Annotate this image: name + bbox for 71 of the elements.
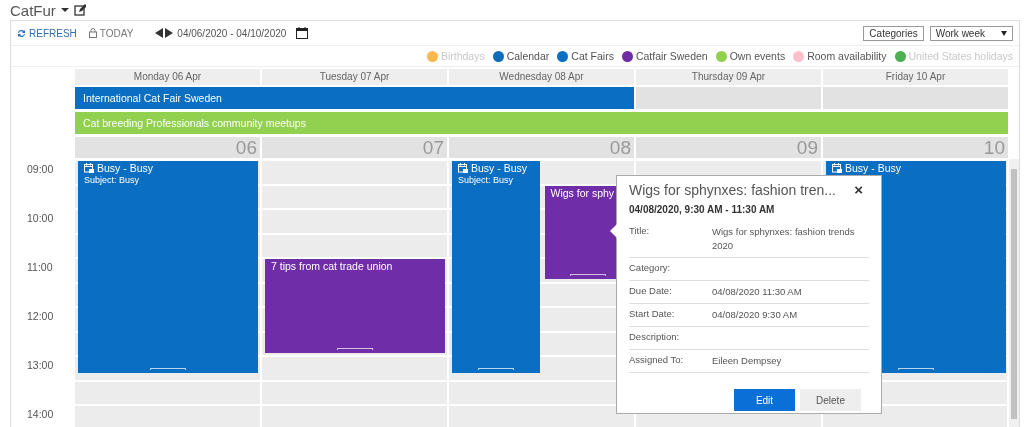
legend-label[interactable]: Catfair Sweden [635, 50, 708, 62]
field-label: Category: [629, 262, 672, 275]
day-header: Tuesday 07 Apr [262, 69, 447, 85]
event-title: Busy - Busy [471, 162, 528, 174]
legend-label[interactable]: Calendar [506, 50, 550, 62]
event-title: Wigs for sphy [550, 186, 615, 199]
time-label: 11:00 [27, 261, 53, 273]
legend-label[interactable]: Cat Fairs [571, 50, 614, 62]
field-label: Due Date: [629, 285, 673, 298]
event-subject: Subject: Busy [458, 175, 515, 185]
day-number: 08 [449, 137, 634, 158]
field-label: Description: [629, 331, 681, 344]
day-number: 09 [636, 137, 821, 158]
resize-handle[interactable] [570, 274, 607, 277]
refresh-button[interactable]: REFRESH [17, 27, 77, 39]
event[interactable]: Busy - Busy Subject: Busy [452, 161, 540, 374]
day-number: 10 [823, 137, 1008, 158]
field-label: Start Date: [629, 308, 676, 321]
dropdown-arrow-icon [1001, 30, 1007, 36]
legend-label[interactable]: Own events [729, 50, 786, 62]
resize-handle[interactable] [337, 347, 373, 350]
delete-button[interactable]: Delete [800, 389, 861, 411]
resize-handle[interactable] [150, 368, 186, 371]
field-label: Title: [629, 225, 651, 238]
day-header: Monday 06 Apr [75, 69, 260, 85]
field-value: 04/08/2020 9:30 AM [712, 308, 798, 322]
day-number: 07 [262, 137, 447, 158]
next-button[interactable] [165, 28, 174, 38]
time-label: 10:00 [27, 212, 54, 224]
time-label: 13:00 [27, 359, 54, 371]
calendar-button[interactable] [296, 27, 309, 39]
day-header: Thursday 09 Apr [636, 69, 821, 85]
close-button[interactable]: × [848, 181, 869, 198]
calendar-icon [832, 163, 842, 173]
time-label: 09:00 [27, 163, 54, 175]
field-value: Eileen Dempsey [712, 354, 782, 368]
caret-icon [60, 7, 69, 13]
event-time: 04/08/2020, 9:30 AM - 11:30 AM [629, 204, 776, 215]
event-title: 7 tips from cat trade union [271, 260, 393, 272]
event[interactable]: Busy - Busy Subject: Busy [78, 161, 258, 374]
today-button[interactable]: TODAY [88, 27, 134, 39]
edit-button[interactable]: Edit [734, 389, 795, 411]
scrollbar[interactable] [1009, 159, 1019, 427]
calendar-icon [296, 27, 309, 39]
right-triangle-icon [165, 28, 174, 38]
resize-handle[interactable] [477, 368, 514, 371]
edit-icon [73, 4, 86, 16]
field-value: 04/08/2020 11:30 AM [712, 285, 802, 299]
view-dropdown[interactable]: Work week [929, 25, 1013, 41]
app-title[interactable]: CatFur [10, 1, 56, 19]
lock-icon [88, 28, 97, 38]
calendar-icon [84, 163, 94, 173]
event-title: Busy - Busy [97, 162, 154, 174]
legend-label[interactable]: Room availability [807, 50, 887, 62]
left-triangle-icon [155, 28, 164, 38]
event-subject: Subject: Busy [84, 175, 141, 185]
event-title: Busy - Busy [845, 162, 902, 174]
field-label: Assigned To: [629, 354, 685, 367]
resize-handle[interactable] [898, 368, 934, 371]
categories-button[interactable]: Categories [863, 25, 924, 41]
all-day-event[interactable]: International Cat Fair Sweden [75, 87, 634, 109]
time-label: 14:00 [27, 408, 54, 420]
date-range: 04/06/2020 - 04/10/2020 [177, 27, 287, 39]
day-header: Wednesday 08 Apr [449, 69, 634, 85]
previous-button[interactable] [155, 28, 164, 38]
event[interactable]: 7 tips from cat trade union [265, 259, 445, 353]
day-number: 06 [75, 137, 260, 158]
day-header: Friday 10 Apr [823, 69, 1008, 85]
calendar-icon [458, 163, 468, 173]
time-label: 12:00 [27, 310, 54, 322]
refresh-icon [17, 28, 26, 38]
